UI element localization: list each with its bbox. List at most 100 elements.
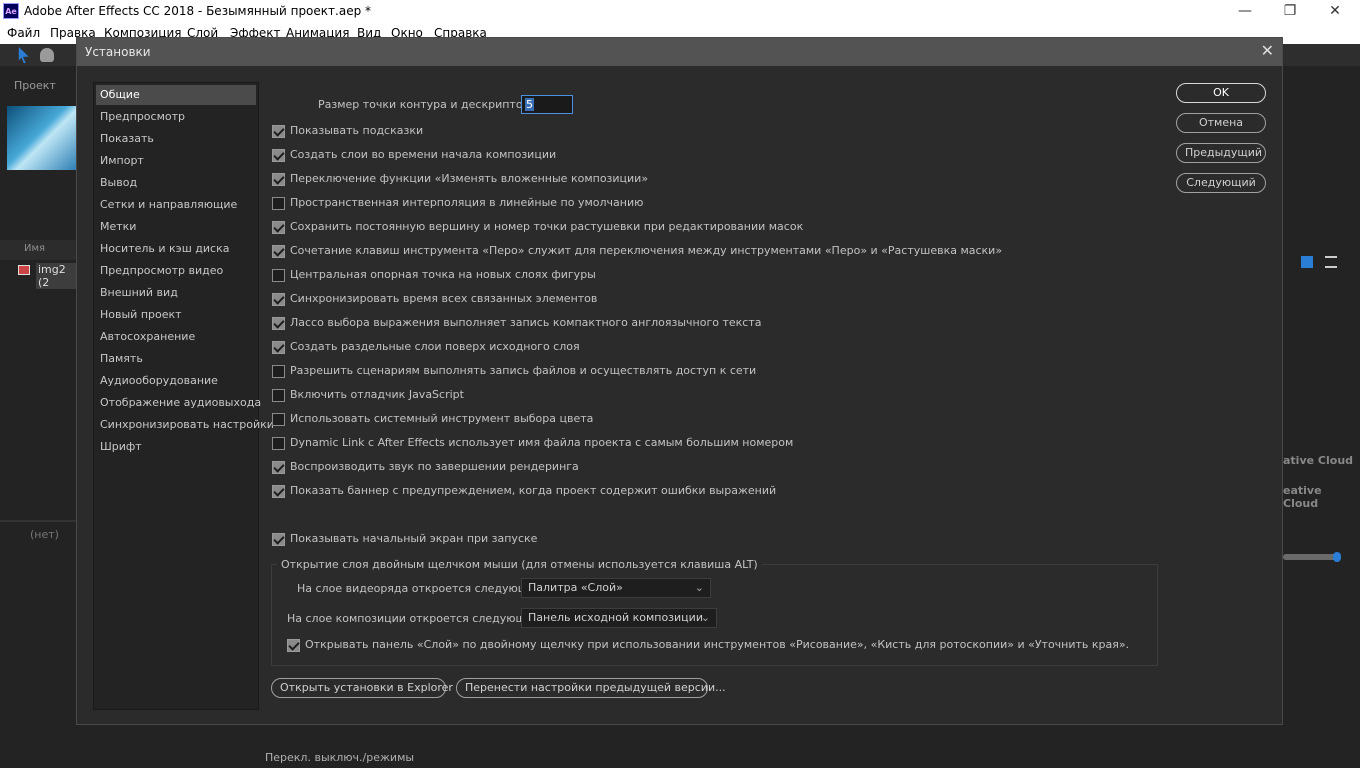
option-label: Разрешить сценариям выполнять запись фай…: [290, 364, 757, 377]
option-label: Создать слои во времени начала композици…: [290, 148, 557, 161]
double-click-group-title: Открытие слоя двойным щелчком мыши (для …: [277, 558, 762, 571]
category-display[interactable]: Показать: [96, 129, 256, 149]
grid-view-icon[interactable]: [1301, 256, 1313, 268]
path-point-size-input[interactable]: 5: [521, 95, 573, 114]
creative-cloud-label-1: ative Cloud: [1283, 454, 1354, 467]
option-label: Лассо выбора выражения выполняет запись …: [290, 316, 762, 329]
comp-layer-label: На слое композиции откроется следующее:: [287, 612, 544, 625]
option-label: Сочетание клавиш инструмента «Перо» служ…: [290, 244, 1003, 257]
category-list: Общие Предпросмотр Показать Импорт Вывод…: [93, 82, 274, 710]
cancel-button[interactable]: Отмена: [1176, 113, 1266, 133]
dialog-title: Установки: [85, 45, 151, 59]
category-import[interactable]: Импорт: [96, 151, 256, 171]
category-memory[interactable]: Память: [96, 349, 256, 369]
open-in-explorer-button[interactable]: Открыть установки в Explorer: [271, 678, 453, 698]
category-output[interactable]: Вывод: [96, 173, 256, 193]
image-file-icon: [18, 265, 30, 275]
option-label: Dynamic Link с After Effects использует …: [290, 436, 794, 449]
option-checkbox[interactable]: [272, 125, 285, 138]
dialog-title-bar: Установки ✕: [77, 38, 1282, 66]
category-preview[interactable]: Предпросмотр: [96, 107, 256, 127]
option-checkbox[interactable]: [272, 317, 285, 330]
footage-layer-label: На слое видеоряда откроется следующее:: [297, 582, 546, 595]
option-label: Создать раздельные слои поверх исходного…: [290, 340, 580, 353]
category-media-cache[interactable]: Носитель и кэш диска: [96, 239, 256, 259]
menu-file[interactable]: Файл: [7, 26, 40, 40]
option-label: Показать баннер с предупреждением, когда…: [290, 484, 777, 497]
creative-cloud-label-2: eative Cloud: [1283, 484, 1322, 510]
option-label: Использовать системный инструмент выбора…: [290, 412, 594, 425]
hand-tool-icon[interactable]: [40, 48, 54, 62]
option-checkbox[interactable]: [272, 365, 285, 378]
preferences-dialog: Установки ✕ Общие Предпросмотр Показать …: [76, 37, 1283, 725]
option-checkbox[interactable]: [272, 461, 285, 474]
project-tab[interactable]: Проект: [14, 79, 56, 92]
paint-tools-checkbox[interactable]: [287, 639, 300, 652]
list-view-icon[interactable]: [1325, 256, 1337, 268]
ok-button[interactable]: OK: [1176, 83, 1266, 103]
category-sync-settings[interactable]: Синхронизировать настройки: [96, 415, 274, 435]
name-column-header[interactable]: Имя: [24, 243, 45, 254]
footage-layer-select[interactable]: Палитра «Слой» ⌄: [521, 578, 711, 598]
chevron-down-icon: ⌄: [700, 611, 710, 624]
right-panel: ative Cloud eative Cloud: [1283, 70, 1360, 768]
option-checkbox[interactable]: [272, 245, 285, 258]
option-checkbox[interactable]: [272, 389, 285, 402]
category-type[interactable]: Шрифт: [96, 437, 256, 457]
option-checkbox[interactable]: [272, 413, 285, 426]
category-general[interactable]: Общие: [96, 85, 256, 105]
category-new-project[interactable]: Новый проект: [96, 305, 256, 325]
option-checkbox[interactable]: [272, 437, 285, 450]
minimize-button[interactable]: —: [1222, 0, 1268, 24]
path-point-size-value: 5: [525, 98, 534, 111]
option-label: Сохранить постоянную вершину и номер точ…: [290, 220, 804, 233]
option-label: Включить отладчик JavaScript: [290, 388, 464, 401]
option-checkbox[interactable]: [272, 269, 285, 282]
option-checkbox[interactable]: [272, 197, 285, 210]
start-screen-label: Показывать начальный экран при запуске: [290, 532, 538, 545]
comp-layer-select[interactable]: Панель исходной композиции ⌄: [521, 608, 717, 628]
timeline-tab-none[interactable]: (нет): [30, 528, 59, 541]
path-point-size-label: Размер точки контура и дескриптора:: [318, 98, 540, 111]
selection-tool-icon[interactable]: [18, 47, 29, 63]
category-grids-guides[interactable]: Сетки и направляющие: [96, 195, 256, 215]
window-title: Adobe After Effects CC 2018 - Безымянный…: [24, 4, 372, 18]
title-bar: Ae Adobe After Effects CC 2018 - Безымян…: [0, 0, 1360, 24]
option-label: Воспроизводить звук по завершении рендер…: [290, 460, 579, 473]
category-labels[interactable]: Метки: [96, 217, 256, 237]
option-label: Показывать подсказки: [290, 124, 424, 137]
project-item[interactable]: img2 (2: [18, 261, 76, 289]
category-appearance[interactable]: Внешний вид: [96, 283, 256, 303]
option-label: Синхронизировать время всех связанных эл…: [290, 292, 598, 305]
project-item-label: img2 (2: [36, 263, 76, 289]
switch-modes-toggle[interactable]: Перекл. выключ./режимы: [265, 751, 414, 764]
zoom-slider-handle[interactable]: [1333, 552, 1341, 562]
option-checkbox[interactable]: [272, 149, 285, 162]
close-window-button[interactable]: ✕: [1312, 0, 1358, 24]
option-label: Переключение функции «Изменять вложенные…: [290, 172, 649, 185]
dialog-close-button[interactable]: ✕: [1261, 41, 1274, 60]
option-checkbox[interactable]: [272, 293, 285, 306]
comp-layer-selected: Панель исходной композиции: [528, 611, 703, 624]
category-video-preview[interactable]: Предпросмотр видео: [96, 261, 256, 281]
option-checkbox[interactable]: [272, 341, 285, 354]
previous-button[interactable]: Предыдущий: [1176, 143, 1266, 163]
option-checkbox[interactable]: [272, 173, 285, 186]
option-checkbox[interactable]: [272, 485, 285, 498]
maximize-button[interactable]: ❐: [1267, 0, 1313, 24]
project-panel: Проект Имя img2 (2: [0, 70, 76, 538]
thumbnail-image: [7, 106, 76, 170]
migrate-settings-button[interactable]: Перенести настройки предыдущей версии...: [456, 678, 726, 698]
category-audio-output[interactable]: Отображение аудиовыхода: [96, 393, 261, 413]
option-label: Пространственная интерполяция в линейные…: [290, 196, 644, 209]
timeline-panel: (нет): [0, 520, 76, 768]
option-checkbox[interactable]: [272, 221, 285, 234]
category-auto-save[interactable]: Автосохранение: [96, 327, 256, 347]
chevron-down-icon: ⌄: [694, 581, 704, 594]
ae-logo-icon: Ae: [3, 3, 19, 19]
next-button[interactable]: Следующий: [1176, 173, 1266, 193]
paint-tools-label: Открывать панель «Слой» по двойному щелч…: [305, 638, 1130, 651]
footage-layer-selected: Палитра «Слой»: [528, 581, 623, 594]
start-screen-checkbox[interactable]: [272, 533, 285, 546]
category-audio-hardware[interactable]: Аудиооборудование: [96, 371, 256, 391]
